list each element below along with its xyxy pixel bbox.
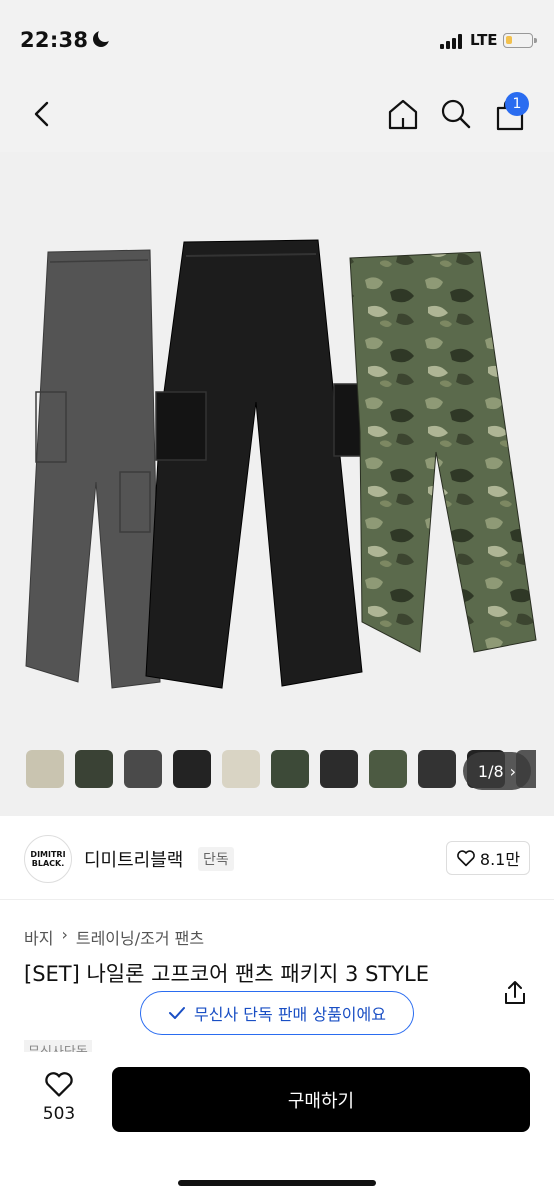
color-swatch[interactable] — [222, 750, 260, 788]
bottom-action-bar: 503 구매하기 — [0, 1052, 554, 1200]
color-swatch[interactable] — [75, 750, 113, 788]
image-counter-label: 1/8 — [477, 761, 504, 781]
product-image-gallery[interactable]: 1/8 › — [0, 152, 554, 816]
heart-icon — [457, 850, 475, 867]
status-bar: 22:38 LTE — [0, 0, 554, 80]
home-indicator[interactable] — [178, 1180, 376, 1186]
color-swatch[interactable] — [369, 750, 407, 788]
search-icon — [441, 99, 471, 129]
wishlist-count: 503 — [42, 1104, 76, 1124]
exclusive-notice-text: 무신사 단독 판매 상품이에요 — [194, 1005, 386, 1024]
check-icon — [169, 1007, 186, 1019]
share-icon — [505, 981, 525, 1004]
back-button[interactable] — [20, 92, 64, 136]
color-swatch[interactable] — [320, 750, 358, 788]
buy-button[interactable]: 구매하기 — [112, 1067, 530, 1132]
brand-like-count: 8.1만 — [479, 850, 521, 869]
brand-name[interactable]: 디미트리블랙 — [84, 846, 183, 872]
color-swatch[interactable] — [124, 750, 162, 788]
home-button[interactable] — [381, 92, 425, 136]
moon-icon — [93, 28, 112, 47]
image-counter[interactable]: 1/8 › — [463, 752, 531, 790]
color-swatch[interactable] — [26, 750, 64, 788]
color-swatch[interactable] — [173, 750, 211, 788]
brand-row: DIMITRI BLACK. 디미트리블랙 단독 8.1만 — [0, 816, 554, 900]
exclusive-notice-pill[interactable]: 무신사 단독 판매 상품이에요 — [140, 991, 414, 1035]
battery-icon — [503, 33, 537, 48]
share-button[interactable] — [500, 978, 530, 1008]
breadcrumb-item[interactable]: 트레이닝/조거 팬츠 — [76, 925, 204, 949]
signal-icon — [440, 33, 464, 49]
wishlist-button[interactable]: 503 — [28, 1070, 90, 1124]
search-button[interactable] — [434, 92, 478, 136]
breadcrumb-item[interactable]: 바지 — [24, 925, 53, 949]
home-icon — [388, 99, 418, 130]
color-swatch[interactable] — [418, 750, 456, 788]
top-nav — [0, 80, 554, 152]
network-label: LTE — [470, 31, 498, 49]
cart-count-badge: 1 — [505, 92, 529, 116]
chevron-right-icon: › — [61, 925, 68, 944]
color-swatch[interactable] — [271, 750, 309, 788]
status-time: 22:38 — [20, 28, 89, 52]
brand-logo[interactable]: DIMITRI BLACK. — [24, 835, 72, 883]
chevron-right-icon: › — [509, 761, 517, 781]
chevron-left-icon — [34, 101, 49, 127]
heart-icon — [45, 1072, 73, 1097]
color-swatch-strip[interactable] — [26, 750, 536, 794]
brand-like-button[interactable]: 8.1만 — [446, 841, 530, 875]
product-title: [SET] 나일론 고프코어 팬츠 패키지 3 STYLE — [24, 962, 430, 986]
product-image — [25, 239, 537, 689]
brand-exclusive-tag: 단독 — [198, 847, 234, 871]
breadcrumb: 바지 › 트레이닝/조거 팬츠 — [24, 925, 204, 949]
